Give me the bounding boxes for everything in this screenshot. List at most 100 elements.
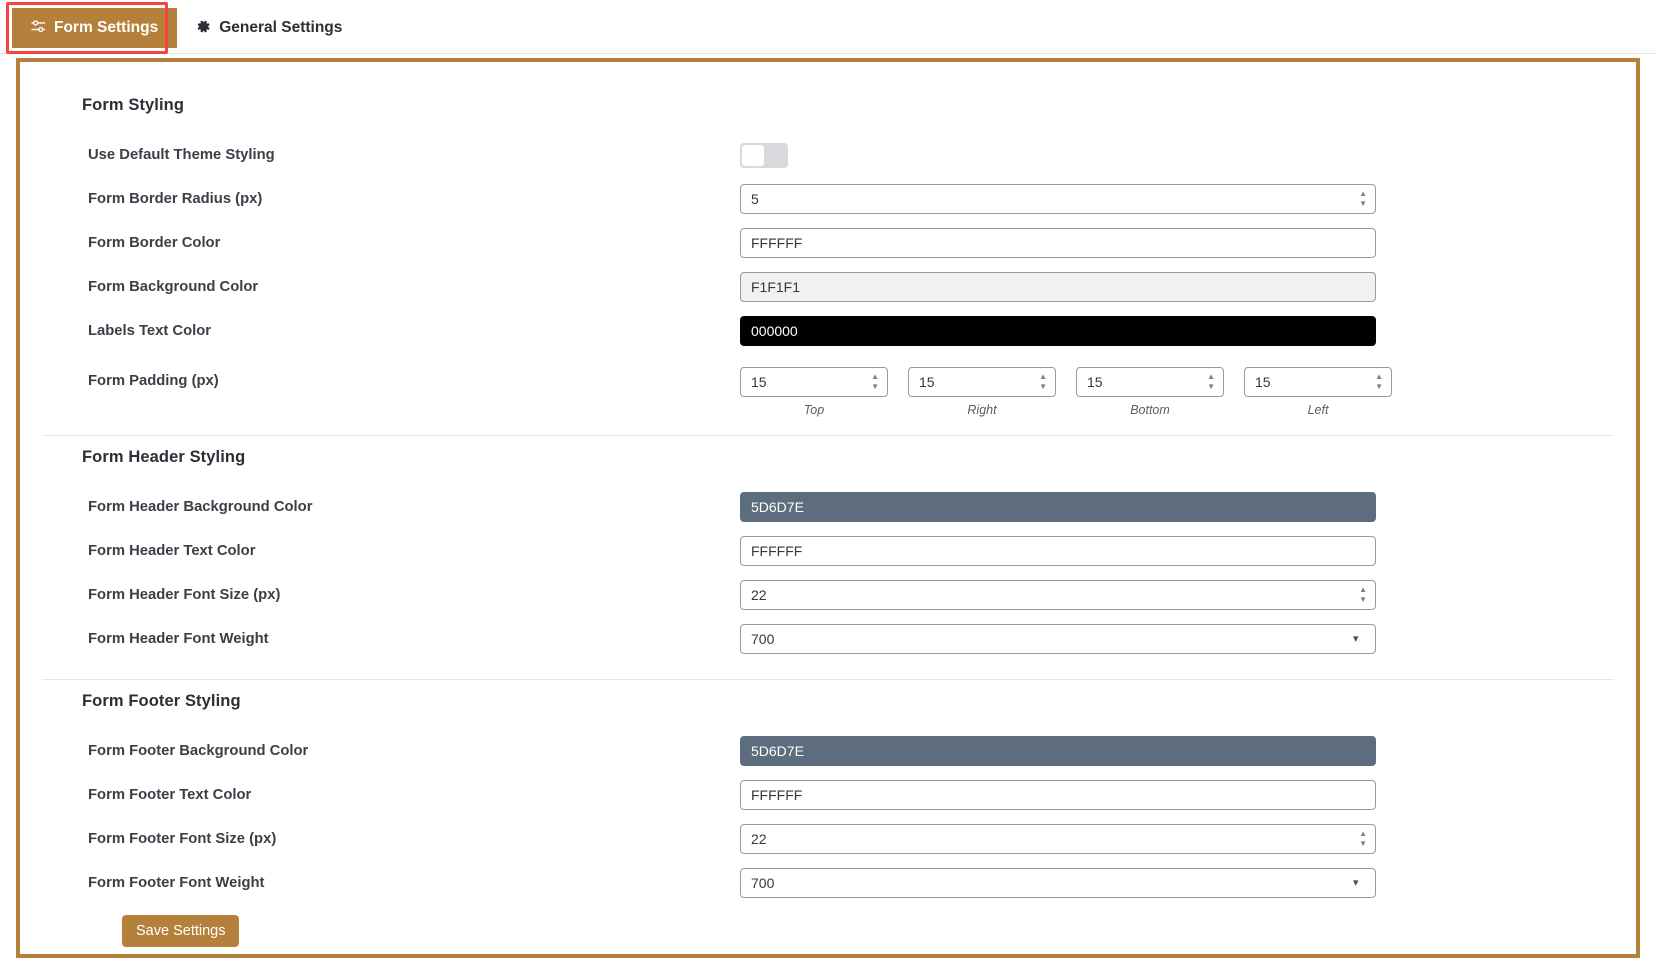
input-form-footer-text-color-value: FFFFFF [751, 787, 803, 803]
field-row-form-padding: Form Padding (px) 15 ▲ ▼ Top 15 ▲ ▼ Righ… [60, 353, 1596, 417]
input-form-border-radius[interactable]: 5 ▲ ▼ [740, 184, 1376, 214]
control-wrap-use-default-theme-styling [740, 142, 1596, 168]
input-form-footer-font-size-value: 22 [751, 831, 767, 847]
select-form-header-font-weight[interactable]: 700 ▾ [740, 624, 1376, 654]
control-wrap-form-header-background-color: 5D6D7E [740, 492, 1596, 522]
input-form-background-color-value: F1F1F1 [751, 279, 801, 295]
control-wrap-form-padding: 15 ▲ ▼ Top 15 ▲ ▼ Right 15 ▲ ▼ Bottom 15… [740, 367, 1596, 417]
field-row-form-footer-background-color: Form Footer Background Color 5D6D7E [60, 729, 1596, 773]
label-labels-text-color: Labels Text Color [88, 323, 212, 339]
input-form-background-color[interactable]: F1F1F1 [740, 272, 1376, 302]
input-labels-text-color[interactable]: 000000 [740, 316, 1376, 346]
label-form-header-font-weight: Form Header Font Weight [88, 631, 269, 647]
field-row-form-background-color: Form Background Color F1F1F1 [60, 265, 1596, 309]
input-form-header-background-color-value: 5D6D7E [751, 499, 804, 515]
control-wrap-form-footer-text-color: FFFFFF [740, 780, 1596, 810]
sliders-icon [31, 19, 46, 37]
chevron-down-icon: ▾ [1353, 877, 1359, 889]
field-row-form-border-color: Form Border Color FFFFFF [60, 221, 1596, 265]
label-form-footer-background-color: Form Footer Background Color [88, 743, 309, 759]
input-padding-right-value: 15 [919, 374, 935, 390]
input-form-footer-text-color[interactable]: FFFFFF [740, 780, 1376, 810]
input-form-header-font-size-value: 22 [751, 587, 767, 603]
section-form-styling: Form Styling Use Default Theme Styling F… [20, 96, 1636, 417]
settings-panel: Form Styling Use Default Theme Styling F… [16, 58, 1640, 958]
divider-form-header-styling [42, 679, 1614, 680]
section-title-form-styling: Form Styling [82, 96, 185, 114]
control-wrap-form-border-color: FFFFFF [740, 228, 1596, 258]
input-padding-top[interactable]: 15 ▲ ▼ [740, 367, 888, 397]
control-wrap-labels-text-color: 000000 [740, 316, 1596, 346]
input-form-header-font-size[interactable]: 22 ▲ ▼ [740, 580, 1376, 610]
input-form-header-text-color[interactable]: FFFFFF [740, 536, 1376, 566]
control-wrap-form-background-color: F1F1F1 [740, 272, 1596, 302]
input-padding-left[interactable]: 15 ▲ ▼ [1244, 367, 1392, 397]
number-spinner-icon[interactable]: ▲ ▼ [1375, 373, 1383, 391]
padding-cell-top: 15 ▲ ▼ Top [740, 367, 888, 417]
number-spinner-icon[interactable]: ▲ ▼ [871, 373, 879, 391]
label-form-header-text-color: Form Header Text Color [88, 543, 256, 559]
field-row-labels-text-color: Labels Text Color 000000 [60, 309, 1596, 353]
select-form-footer-font-weight-value: 700 [751, 875, 775, 891]
control-wrap-form-header-font-weight: 700 ▾ [740, 624, 1596, 654]
section-title-form-footer-styling: Form Footer Styling [82, 692, 241, 710]
save-settings-button[interactable]: Save Settings [122, 915, 240, 947]
field-row-use-default-theme-styling: Use Default Theme Styling [60, 133, 1596, 177]
label-form-header-font-size: Form Header Font Size (px) [88, 587, 281, 603]
input-form-header-background-color[interactable]: 5D6D7E [740, 492, 1376, 522]
tab-form-settings[interactable]: Form Settings [12, 8, 178, 48]
label-form-padding: Form Padding (px) [88, 373, 219, 389]
label-form-header-background-color: Form Header Background Color [88, 499, 313, 515]
number-spinner-icon[interactable]: ▲ ▼ [1359, 586, 1367, 604]
tab-general-settings-label: General Settings [219, 19, 343, 36]
label-form-border-color: Form Border Color [88, 235, 221, 251]
padding-cell-right: 15 ▲ ▼ Right [908, 367, 1056, 417]
input-form-footer-background-color[interactable]: 5D6D7E [740, 736, 1376, 766]
input-form-border-color-value: FFFFFF [751, 235, 803, 251]
select-form-footer-font-weight[interactable]: 700 ▾ [740, 868, 1376, 898]
toggle-use-default-theme-styling[interactable] [740, 142, 788, 168]
number-spinner-icon[interactable]: ▲ ▼ [1207, 373, 1215, 391]
number-spinner-icon[interactable]: ▲ ▼ [1039, 373, 1047, 391]
control-wrap-form-footer-font-size: 22 ▲ ▼ [740, 824, 1596, 854]
tab-general-settings[interactable]: General Settings [177, 8, 362, 48]
input-form-header-text-color-value: FFFFFF [751, 543, 803, 559]
save-button-wrap: Save Settings [60, 905, 1596, 947]
input-padding-right[interactable]: 15 ▲ ▼ [908, 367, 1056, 397]
divider-form-styling [42, 435, 1614, 436]
input-padding-top-value: 15 [751, 374, 767, 390]
field-row-form-footer-text-color: Form Footer Text Color FFFFFF [60, 773, 1596, 817]
field-row-form-header-text-color: Form Header Text Color FFFFFF [60, 529, 1596, 573]
input-form-border-radius-value: 5 [751, 191, 759, 207]
number-spinner-icon[interactable]: ▲ ▼ [1359, 830, 1367, 848]
settings-panel-body: Form Styling Use Default Theme Styling F… [20, 62, 1636, 954]
input-labels-text-color-value: 000000 [751, 323, 798, 339]
input-form-border-color[interactable]: FFFFFF [740, 228, 1376, 258]
toggle-knob [742, 144, 764, 166]
padding-cell-bottom: 15 ▲ ▼ Bottom [1076, 367, 1224, 417]
number-spinner-icon[interactable]: ▲ ▼ [1359, 190, 1367, 208]
field-row-form-header-font-weight: Form Header Font Weight 700 ▾ [60, 617, 1596, 661]
field-row-form-border-radius: Form Border Radius (px) 5 ▲ ▼ [60, 177, 1596, 221]
tab-strip: Form Settings General Settings [0, 0, 1656, 54]
field-row-form-footer-font-size: Form Footer Font Size (px) 22 ▲ ▼ [60, 817, 1596, 861]
gear-icon [196, 19, 211, 37]
padding-cell-left: 15 ▲ ▼ Left [1244, 367, 1392, 417]
label-use-default-theme-styling: Use Default Theme Styling [88, 147, 275, 163]
caption-padding-left: Left [1307, 403, 1329, 417]
tab-list: Form Settings General Settings [12, 8, 362, 48]
label-form-footer-font-size: Form Footer Font Size (px) [88, 831, 277, 847]
input-padding-bottom[interactable]: 15 ▲ ▼ [1076, 367, 1224, 397]
select-form-header-font-weight-value: 700 [751, 631, 775, 647]
input-form-footer-font-size[interactable]: 22 ▲ ▼ [740, 824, 1376, 854]
input-form-footer-background-color-value: 5D6D7E [751, 743, 804, 759]
control-wrap-form-border-radius: 5 ▲ ▼ [740, 184, 1596, 214]
section-title-form-header-styling: Form Header Styling [82, 448, 246, 466]
field-row-form-footer-font-weight: Form Footer Font Weight 700 ▾ [60, 861, 1596, 905]
section-form-header-styling: Form Header Styling Form Header Backgrou… [20, 448, 1636, 661]
tab-form-settings-label: Form Settings [54, 19, 159, 36]
caption-padding-right: Right [967, 403, 997, 417]
chevron-down-icon: ▾ [1353, 633, 1359, 645]
section-form-footer-styling: Form Footer Styling Form Footer Backgrou… [20, 692, 1636, 947]
field-row-form-header-background-color: Form Header Background Color 5D6D7E [60, 485, 1596, 529]
